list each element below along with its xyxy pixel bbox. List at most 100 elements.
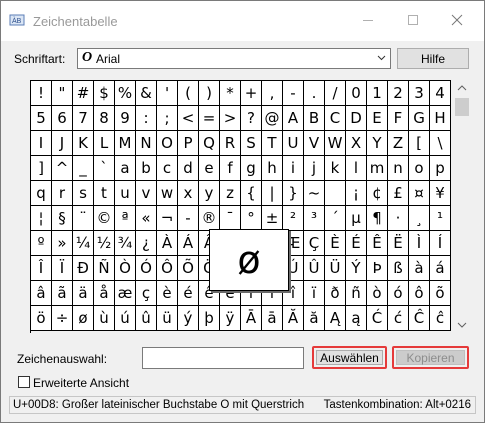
char-cell[interactable]: Ă — [283, 306, 304, 331]
char-cell[interactable]: ï — [304, 281, 325, 306]
char-cell[interactable]: T — [262, 131, 283, 156]
char-cell[interactable]: ® — [199, 206, 220, 231]
minimize-icon[interactable] — [360, 12, 376, 28]
char-cell[interactable]: Í — [430, 231, 451, 256]
char-cell[interactable]: O — [157, 131, 178, 156]
char-cell[interactable]: 8 — [94, 106, 115, 131]
char-cell[interactable]: ¢ — [367, 181, 388, 206]
char-cell[interactable]: ¿ — [136, 231, 157, 256]
char-cell[interactable]: È — [325, 231, 346, 256]
char-cell[interactable]: þ — [199, 306, 220, 331]
char-cell[interactable]: r — [52, 181, 73, 206]
char-cell[interactable]: ç — [136, 281, 157, 306]
scrollbar-thumb[interactable] — [455, 98, 469, 116]
char-cell[interactable]: ½ — [94, 231, 115, 256]
char-cell[interactable]: ± — [262, 206, 283, 231]
advanced-view-checkbox[interactable] — [18, 376, 30, 388]
char-cell[interactable]: Î — [31, 256, 52, 281]
char-cell[interactable]: ¡ — [346, 181, 367, 206]
maximize-icon[interactable] — [405, 12, 421, 28]
char-cell[interactable]: w — [157, 181, 178, 206]
grid-scrollbar[interactable] — [454, 80, 470, 333]
char-cell[interactable]: ÿ — [220, 306, 241, 331]
char-cell[interactable]: C — [325, 106, 346, 131]
char-cell[interactable]: ~ — [304, 181, 325, 206]
char-cell[interactable]: Ć — [367, 306, 388, 331]
char-cell[interactable]: å — [94, 281, 115, 306]
char-cell[interactable]: ā — [262, 306, 283, 331]
char-cell[interactable]: W — [325, 131, 346, 156]
char-cell[interactable]: Á — [178, 231, 199, 256]
char-cell[interactable]: b — [136, 156, 157, 181]
char-cell[interactable]: X — [346, 131, 367, 156]
char-cell[interactable]: é — [178, 281, 199, 306]
char-cell[interactable]: ÷ — [52, 306, 73, 331]
char-cell[interactable]: É — [346, 231, 367, 256]
char-cell[interactable]: # — [73, 81, 94, 106]
char-cell[interactable]: Ê — [367, 231, 388, 256]
char-cell[interactable]: 1 — [367, 81, 388, 106]
char-cell[interactable]: ô — [409, 281, 430, 306]
char-cell[interactable]: \ — [430, 131, 451, 156]
char-cell[interactable]: | — [262, 181, 283, 206]
char-cell[interactable]: * — [220, 81, 241, 106]
char-cell[interactable]: Ñ — [94, 256, 115, 281]
char-cell[interactable]: Û — [304, 256, 325, 281]
char-cell[interactable]: g — [241, 156, 262, 181]
char-cell[interactable]: ³ — [304, 206, 325, 231]
char-cell[interactable]: ã — [52, 281, 73, 306]
char-cell[interactable]: f — [220, 156, 241, 181]
char-cell[interactable]: 4 — [430, 81, 451, 106]
char-cell[interactable]: a — [115, 156, 136, 181]
char-cell[interactable]: - — [283, 81, 304, 106]
char-cell[interactable]: Ò — [115, 256, 136, 281]
char-cell[interactable]: ¦ — [31, 206, 52, 231]
char-cell[interactable]: R — [220, 131, 241, 156]
advanced-view-label[interactable]: Erweiterte Ansicht — [33, 376, 129, 390]
char-cell[interactable]: ¥ — [430, 181, 451, 206]
chevron-up-icon[interactable] — [454, 80, 470, 96]
char-cell[interactable]: ñ — [346, 281, 367, 306]
char-cell[interactable]: , — [262, 81, 283, 106]
char-cell[interactable]: ) — [199, 81, 220, 106]
char-cell[interactable]: ¶ — [367, 206, 388, 231]
char-cell[interactable]: . — [304, 81, 325, 106]
char-cell[interactable] — [325, 181, 346, 206]
char-cell[interactable]: < — [178, 106, 199, 131]
char-cell[interactable]: j — [304, 156, 325, 181]
char-cell[interactable]: º — [31, 231, 52, 256]
char-cell[interactable]: i — [283, 156, 304, 181]
close-icon[interactable] — [449, 12, 465, 28]
char-cell[interactable]: ª — [115, 206, 136, 231]
char-cell[interactable]: n — [388, 156, 409, 181]
char-cell[interactable]: ö — [31, 306, 52, 331]
char-cell[interactable]: ð — [325, 281, 346, 306]
char-cell[interactable]: ^ — [52, 156, 73, 181]
char-cell[interactable]: H — [430, 106, 451, 131]
char-cell[interactable]: _ — [73, 156, 94, 181]
copy-button[interactable]: Kopieren — [396, 350, 465, 365]
char-cell[interactable]: ü — [157, 306, 178, 331]
char-cell[interactable]: Ë — [388, 231, 409, 256]
char-cell[interactable]: + — [241, 81, 262, 106]
char-cell[interactable]: c — [157, 156, 178, 181]
char-cell[interactable]: Ì — [409, 231, 430, 256]
char-cell[interactable]: Ā — [241, 306, 262, 331]
char-cell[interactable]: è — [157, 281, 178, 306]
char-cell[interactable]: ą — [346, 306, 367, 331]
char-cell[interactable]: q — [31, 181, 52, 206]
char-cell[interactable]: Y — [367, 131, 388, 156]
char-cell[interactable]: æ — [115, 281, 136, 306]
char-cell[interactable]: D — [346, 106, 367, 131]
char-cell[interactable]: « — [136, 206, 157, 231]
char-cell[interactable]: y — [199, 181, 220, 206]
char-cell[interactable]: L — [94, 131, 115, 156]
char-cell[interactable]: 7 — [73, 106, 94, 131]
char-cell[interactable]: Þ — [367, 256, 388, 281]
char-cell[interactable]: Ü — [325, 256, 346, 281]
char-cell[interactable]: % — [115, 81, 136, 106]
char-cell[interactable]: ò — [367, 281, 388, 306]
char-cell[interactable]: { — [241, 181, 262, 206]
char-cell[interactable]: S — [241, 131, 262, 156]
title-bar[interactable]: ÀB Zeichentabelle — [1, 1, 484, 41]
